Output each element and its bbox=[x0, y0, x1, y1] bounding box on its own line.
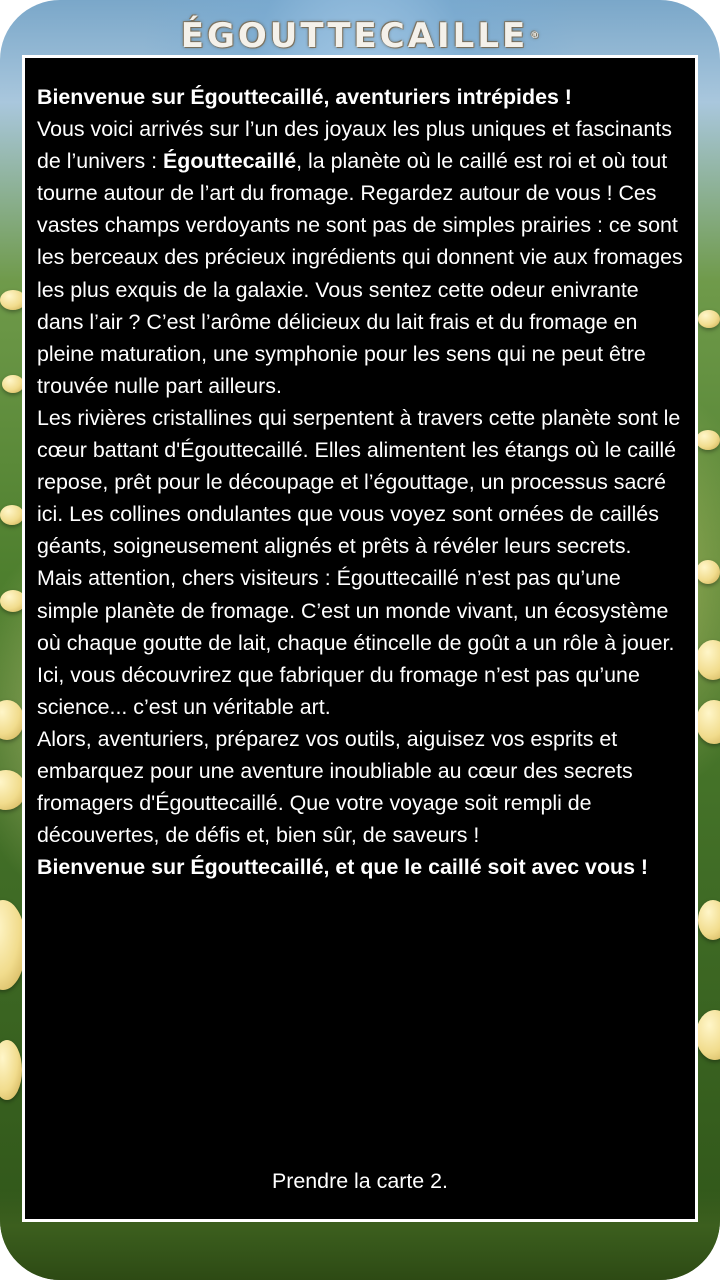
cheese-wheel-decoration bbox=[696, 430, 720, 450]
cheese-wheel-decoration bbox=[698, 310, 720, 328]
cheese-wheel-decoration bbox=[0, 1040, 22, 1100]
planet-name: Égouttecaillé bbox=[163, 149, 297, 174]
cheese-wheel-decoration bbox=[698, 900, 720, 940]
story-closing: Bienvenue sur Égouttecaillé, et que le c… bbox=[37, 855, 649, 880]
cheese-wheel-decoration bbox=[696, 1010, 720, 1060]
story-paragraph-3: Mais attention, chers visiteurs : Égoutt… bbox=[37, 566, 675, 719]
game-logo: ÉGOUTTECAILLE ® bbox=[0, 12, 720, 60]
story-paragraph-2: Les rivières cristallines qui serpentent… bbox=[37, 405, 681, 559]
cheese-wheel-decoration bbox=[696, 560, 720, 584]
game-title: ÉGOUTTECAILLE bbox=[180, 16, 529, 56]
story-paragraph-4: Alors, aventuriers, préparez vos outils,… bbox=[37, 726, 633, 848]
trademark-symbol: ® bbox=[530, 31, 540, 41]
cheese-wheel-decoration bbox=[2, 375, 24, 393]
story-greeting: Bienvenue sur Égouttecaillé, aventuriers… bbox=[37, 85, 572, 109]
story-card-panel: Bienvenue sur Égouttecaillé, aventuriers… bbox=[22, 55, 698, 1222]
story-paragraph-1-end: , la planète où le caillé est roi et où … bbox=[37, 149, 683, 398]
story-paragraph-1: Vous voici arrivés sur l’un des joyaux l… bbox=[37, 113, 683, 402]
card-instruction: Prendre la carte 2. bbox=[272, 1169, 448, 1193]
cheese-wheel-decoration bbox=[0, 505, 24, 525]
